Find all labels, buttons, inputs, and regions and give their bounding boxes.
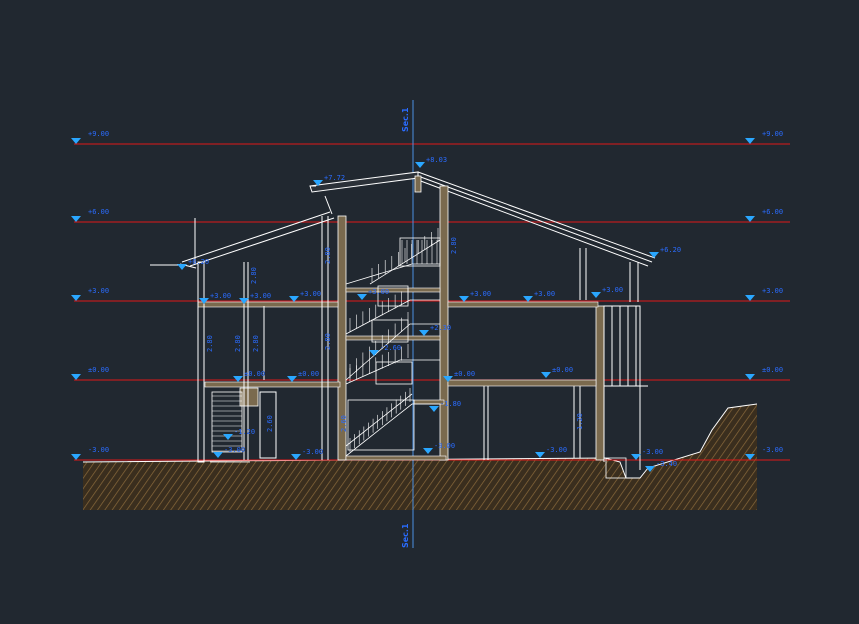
dimension-label: 2.80 (206, 335, 214, 352)
spot-marker-icon (429, 406, 439, 412)
level-label-right: +9.00 (762, 130, 783, 138)
spot-elevation-label: ±0.00 (454, 370, 475, 378)
spot-marker-icon (357, 294, 367, 300)
level-label-left: +9.00 (88, 130, 109, 138)
spot-marker-icon (423, 448, 433, 454)
spot-elevations: +7.72 +8.03 +6.20 +6.20 +3.00 +3.00 +3.00 +3.00… (177, 156, 681, 472)
section-axis-bottom-label: Sec.1 (401, 523, 410, 548)
spot-marker-icon (419, 330, 429, 336)
spot-marker-icon (649, 252, 659, 258)
level-label-left: ±0.00 (88, 366, 109, 374)
level-label-left: +6.00 (88, 208, 109, 216)
spot-elevation-label: -3.00 (302, 448, 323, 456)
spot-elevation-label: +3.00 (368, 288, 389, 296)
dimension-label: 2.60 (340, 415, 348, 432)
spot-marker-icon (213, 452, 223, 458)
spot-marker-icon (369, 350, 379, 356)
section-drawing: +9.00 +9.00 +6.00 +6.00 +3.00 +3.00 ±0.00 ±0.00… (71, 100, 790, 548)
level-label-left: -3.00 (88, 446, 109, 454)
spot-elevation-label: -2.60 (380, 344, 401, 352)
spot-elevation-label: -1.20 (234, 428, 255, 436)
secondary-stair-steps (212, 395, 242, 452)
dimension-label: 2.60 (266, 415, 274, 432)
dimension-label: 2.80 (324, 333, 332, 350)
spot-elevation-label: +6.20 (660, 246, 681, 254)
spot-elevation-label: -3.00 (434, 442, 455, 450)
spot-marker-icon (223, 434, 233, 440)
section-axis-top-label: Sec.1 (401, 107, 410, 132)
level-marker-right-icon (745, 295, 755, 301)
spot-elevation-label: -3.00 (224, 446, 245, 454)
spot-elevation-label: +3.00 (602, 286, 623, 294)
dimension-label: 2.80 (450, 237, 458, 254)
roof (150, 171, 656, 269)
spot-elevation-label: ±0.00 (552, 366, 573, 374)
spot-elevation-label: ±0.00 (298, 370, 319, 378)
dimension-label: 2.80 (234, 335, 242, 352)
level-label-right: ±0.00 (762, 366, 783, 374)
level-marker-left-icon (71, 454, 81, 460)
spot-elevation-label: -3.00 (642, 448, 663, 456)
spot-marker-icon (535, 452, 545, 458)
cad-viewport[interactable]: +9.00 +9.00 +6.00 +6.00 +3.00 +3.00 ±0.00 ±0.00… (0, 0, 859, 624)
level-label-right: +3.00 (762, 287, 783, 295)
spot-elevation-label: +3.00 (250, 292, 271, 300)
spot-elevation-label: +3.00 (470, 290, 491, 298)
level-label-right: -3.00 (762, 446, 783, 454)
level-marker-right-icon (745, 138, 755, 144)
spot-marker-icon (233, 376, 243, 382)
level-marker-right-icon (745, 374, 755, 380)
spot-elevation-label: +8.03 (426, 156, 447, 164)
level-lines: +9.00 +9.00 +6.00 +6.00 +3.00 +3.00 ±0.00 ±0.00… (71, 130, 790, 461)
spot-marker-icon (287, 376, 297, 382)
level-marker-left-icon (71, 295, 81, 301)
level-label-left: +3.00 (88, 287, 109, 295)
dimension-label: 2.80 (250, 267, 258, 284)
level-marker-left-icon (71, 374, 81, 380)
spot-marker-icon (177, 264, 187, 270)
level-marker-left-icon (71, 138, 81, 144)
level-label-right: +6.00 (762, 208, 783, 216)
dimension-label: 2.80 (324, 247, 332, 264)
spot-elevation-label: +2.30 (430, 324, 451, 332)
spot-marker-icon (591, 292, 601, 298)
spot-elevation-label: +3.00 (300, 290, 321, 298)
spot-elevation-label: -1.80 (440, 400, 461, 408)
spot-marker-icon (415, 162, 425, 168)
level-marker-left-icon (71, 216, 81, 222)
spot-elevation-label: -3.00 (546, 446, 567, 454)
spot-marker-icon (541, 372, 551, 378)
spot-elevation-label: +7.72 (324, 174, 345, 182)
spot-elevation-label: +3.00 (534, 290, 555, 298)
spot-elevation-label: +6.20 (188, 258, 209, 266)
dimension-label: 2.80 (252, 335, 260, 352)
spot-elevation-label: ±0.00 (244, 370, 265, 378)
level-marker-right-icon (745, 216, 755, 222)
spot-elevation-label: +3.00 (210, 292, 231, 300)
spot-marker-icon (291, 454, 301, 460)
dimension-label: 1.20 (576, 413, 584, 430)
structural-walls (239, 175, 605, 461)
spot-elevation-label: -3.40 (656, 460, 677, 468)
